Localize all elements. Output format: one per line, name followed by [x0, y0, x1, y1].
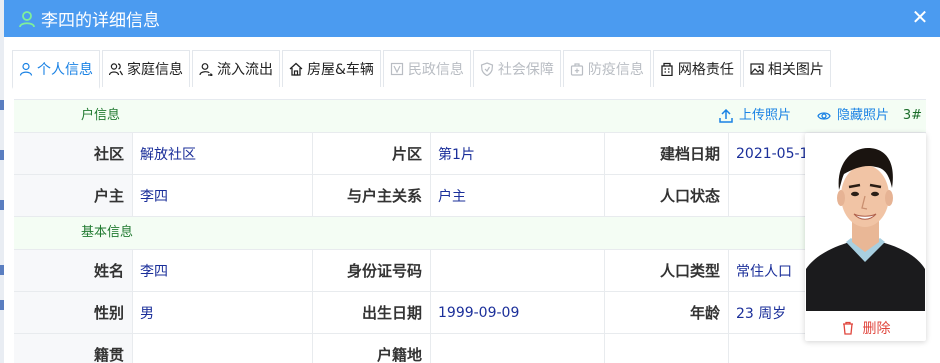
tab-9[interactable]: 相关图片: [742, 50, 831, 87]
dialog-title-bar: 李四的详细信息 ✕: [4, 0, 940, 37]
user-icon: [19, 62, 33, 76]
field-label: 户主: [14, 175, 132, 216]
field-label: [604, 334, 728, 363]
field-label: 姓名: [14, 250, 132, 291]
cell-divider: [132, 133, 133, 174]
user-transfer-icon: [199, 63, 213, 76]
tab-8[interactable]: 网格责任: [652, 50, 741, 87]
hide-photo-button[interactable]: 隐藏照片: [817, 100, 889, 132]
cell-divider: [728, 175, 729, 216]
tab-label: 相关图片: [767, 62, 824, 78]
tab-label: 防疫信息: [587, 62, 644, 78]
person-photo: [806, 134, 925, 311]
field-value: 李四: [140, 263, 168, 280]
tab-bar: 个人信息 家庭信息 流入流出 房屋&车辆 民政信息 社会保障 防疫信息 网格责任 相关图片: [12, 50, 833, 89]
tab-4[interactable]: 房屋&车辆: [282, 50, 381, 87]
delete-photo-button[interactable]: 删除: [805, 315, 926, 341]
cell-divider: [132, 334, 133, 363]
section-basic-header: 基本信息: [14, 217, 926, 250]
tab-1[interactable]: 个人信息: [12, 50, 100, 89]
field-label: 性别: [14, 292, 132, 333]
shield-icon: [480, 62, 494, 76]
tab-7: 防疫信息: [562, 50, 651, 87]
id-card-icon: [390, 62, 404, 76]
photo-card: 删除: [805, 133, 926, 341]
building-icon: [661, 62, 673, 76]
tab-label: 民政信息: [407, 62, 464, 78]
cell-divider: [728, 250, 729, 291]
table-row: 性别男出生日期 1999-09-09 年龄 23 周岁: [14, 292, 926, 334]
section-household-header: 户信息 上传照片 隐藏照片 3#: [14, 100, 926, 133]
tab-label: 家庭信息: [127, 62, 183, 78]
upload-photo-label: 上传照片: [739, 108, 792, 123]
tab-5: 民政信息: [382, 50, 471, 87]
cell-divider: [430, 133, 431, 174]
field-value: 李四: [140, 188, 168, 205]
user-icon: [19, 10, 35, 27]
medical-kit-icon: [570, 63, 584, 76]
upload-icon: [719, 109, 733, 123]
building-number: 3#: [902, 108, 922, 123]
upload-photo-button[interactable]: 上传照片: [719, 100, 791, 132]
cell-divider: [132, 175, 133, 216]
tab-label: 房屋&车辆: [307, 62, 374, 78]
tab-2[interactable]: 家庭信息: [102, 50, 190, 87]
tab-3[interactable]: 流入流出: [192, 50, 280, 87]
field-value: 户主: [438, 188, 466, 205]
cell-divider: [728, 133, 729, 174]
section-label-basic: 基本信息: [81, 225, 134, 240]
tab-label: 网格责任: [677, 62, 734, 78]
field-label: 身份证号码: [346, 262, 422, 280]
tab-label: 社会保障: [497, 62, 554, 78]
field-label: 与户主关系: [346, 187, 422, 205]
image-icon: [750, 63, 764, 75]
field-label: 建档日期: [659, 145, 720, 163]
field-value: [132, 334, 312, 363]
table-row: 户主 李四 与户主关系 户主 人口状态: [14, 175, 926, 217]
cell-divider: [132, 292, 133, 333]
cell-divider: [430, 292, 431, 333]
tab-6: 社会保障: [472, 50, 561, 87]
field-label: 片区: [391, 145, 422, 163]
cell-divider: [430, 175, 431, 216]
field-value: 解放社区: [140, 146, 196, 163]
table-row: 籍贯 户籍地: [14, 334, 926, 363]
field-label: 社区: [14, 133, 132, 174]
table-row: 社区 解放社区 片区 第1片 建档日期 2021-05-1: [14, 133, 926, 175]
tab-label: 个人信息: [37, 62, 93, 78]
table-row: 姓名 李四 身份证号码 人口类型 常住人口: [14, 250, 926, 292]
delete-photo-label: 删除: [862, 321, 891, 337]
field-value: 第1片: [438, 146, 475, 163]
cell-divider: [430, 250, 431, 291]
hide-photo-label: 隐藏照片: [837, 108, 890, 123]
field-value: [430, 250, 604, 291]
field-label: 人口状态: [659, 187, 720, 205]
field-label: 籍贯: [14, 334, 132, 363]
users-icon: [109, 63, 123, 76]
cell-divider: [728, 334, 729, 363]
dialog-title: 李四的详细信息: [41, 11, 160, 31]
cell-divider: [430, 334, 431, 363]
close-icon[interactable]: ✕: [910, 6, 930, 28]
tab-label: 流入流出: [217, 62, 273, 78]
section-label-household: 户信息: [81, 108, 121, 123]
field-value: 男: [140, 305, 154, 322]
field-label: 人口类型: [659, 262, 720, 280]
detail-dialog: 李四的详细信息 ✕ 个人信息 家庭信息 流入流出 房屋&车辆 民政信息 社会保障 防疫信息 网…: [4, 0, 940, 363]
cell-divider: [132, 250, 133, 291]
trash-icon: [842, 321, 853, 335]
house-icon: [289, 62, 303, 76]
field-value: [430, 334, 604, 363]
detail-table: 户信息 上传照片 隐藏照片 3# 社区 解放社区 片区 第1片 建档日期 2021-05-…: [14, 99, 926, 363]
field-label: 出生日期: [361, 304, 422, 322]
eye-icon: [817, 112, 831, 120]
field-value: 1999-09-09: [438, 304, 520, 321]
cell-divider: [728, 292, 729, 333]
field-label: 户籍地: [376, 346, 422, 363]
field-label: 年龄: [689, 304, 720, 322]
